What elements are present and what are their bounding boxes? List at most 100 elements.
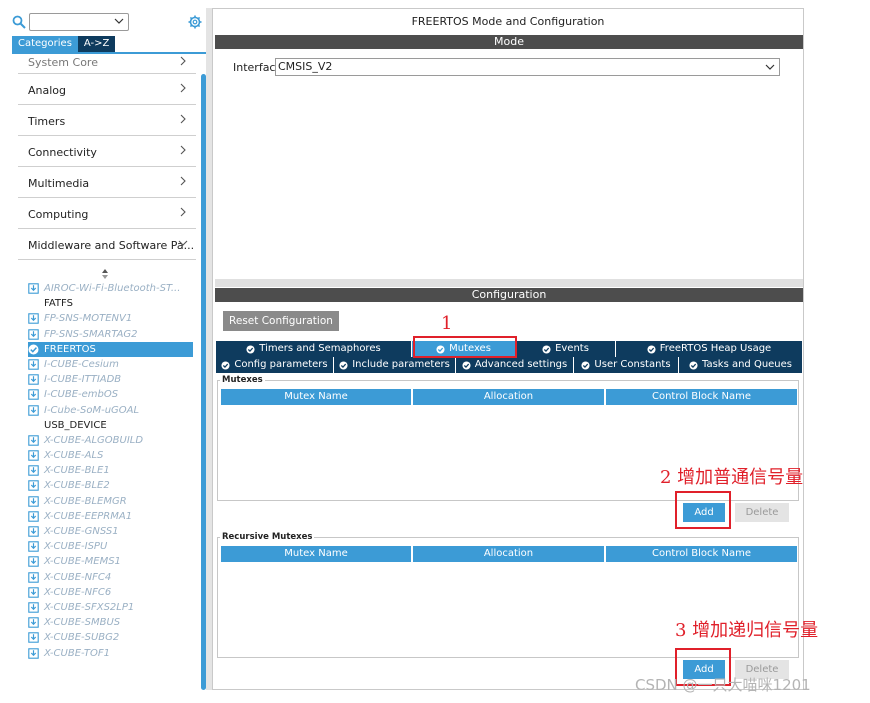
tab-label: Timers and Semaphores [259,343,381,354]
delete-mutex-button[interactable]: Delete [735,503,789,522]
chevron-down-icon [114,18,124,24]
column-header[interactable]: Mutex Name [221,389,413,405]
middleware-list: AIROC-Wi-Fi-Bluetooth-ST... FATFS FP-SNS-M… [28,281,193,661]
middleware-label: USB_DEVICE [44,419,107,431]
download-icon [28,465,39,476]
category-timers[interactable]: Timers [18,105,196,136]
middleware-item[interactable]: X-CUBE-SUBG2 [28,630,193,645]
middleware-item[interactable]: I-Cube-SoM-uGOAL [28,403,193,418]
middleware-label: X-CUBE-BLEMGR [44,495,127,507]
middleware-label: X-CUBE-SUBG2 [44,632,120,644]
category-system-core[interactable]: System Core [18,54,196,74]
splitter[interactable] [215,279,803,287]
gear-icon[interactable] [188,15,202,29]
check-circle-icon [647,344,656,354]
middleware-item[interactable]: X-CUBE-BLE2 [28,478,193,493]
middleware-label: X-CUBE-NFC4 [44,571,112,583]
middleware-item[interactable]: USB_DEVICE [28,418,193,433]
middleware-label: FREERTOS [44,343,96,355]
check-circle-icon [581,360,590,370]
download-icon [28,617,39,628]
download-icon [28,602,39,613]
middleware-label: I-Cube-SoM-uGOAL [44,404,140,416]
tab-timers-and-semaphores[interactable]: Timers and Semaphores [216,341,412,357]
middleware-label: I-CUBE-embOS [44,389,119,401]
column-header[interactable]: Allocation [413,389,606,405]
left-panel: Categories A->Z System Core Analog Timer… [8,8,208,690]
category-label: Multimedia [28,177,90,190]
category-middleware[interactable]: Middleware and Software Pa... [18,229,196,260]
reset-configuration-button[interactable]: Reset Configuration [223,311,339,331]
middleware-label: X-CUBE-BLE2 [44,480,110,492]
tab-advanced-settings[interactable]: Advanced settings [456,357,574,373]
recursive-table-header: Mutex Name Allocation Control Block Name [221,546,797,562]
middleware-label: X-CUBE-BLE1 [44,465,110,477]
group-title: Recursive Mutexes [220,532,315,542]
column-header[interactable]: Allocation [413,546,606,562]
category-label: Connectivity [28,146,97,159]
middleware-label: X-CUBE-NFC6 [44,586,112,598]
annotation-box-mutexes-tab [413,336,517,358]
mutexes-table-header: Mutex Name Allocation Control Block Name [221,389,797,405]
tab-config-parameters[interactable]: Config parameters [216,357,334,373]
middleware-item[interactable]: X-CUBE-ISPU [28,539,193,554]
middleware-item[interactable]: X-CUBE-ALGOBUILD [28,433,193,448]
column-header[interactable]: Control Block Name [606,546,797,562]
middleware-item[interactable]: X-CUBE-TOF1 [28,646,193,661]
middleware-item[interactable]: X-CUBE-SMBUS [28,615,193,630]
middleware-item[interactable]: X-CUBE-BLEMGR [28,494,193,509]
middleware-item[interactable]: AIROC-Wi-Fi-Bluetooth-ST... [28,281,193,296]
middleware-item[interactable]: FP-SNS-SMARTAG2 [28,327,193,342]
category-label: System Core [28,56,98,69]
middleware-item[interactable]: I-CUBE-Cesium [28,357,193,372]
middleware-item[interactable]: X-CUBE-BLE1 [28,463,193,478]
search-row [8,12,208,32]
category-label: Timers [28,115,66,128]
tab-a-z[interactable]: A->Z [77,36,116,52]
category-computing[interactable]: Computing [18,198,196,229]
tab-tasks-and-queues[interactable]: Tasks and Queues [679,357,802,373]
category-multimedia[interactable]: Multimedia [18,167,196,198]
column-header[interactable]: Control Block Name [606,389,797,405]
tab-label: Advanced settings [474,359,568,370]
middleware-item[interactable]: X-CUBE-ALS [28,448,193,463]
column-header[interactable]: Mutex Name [221,546,413,562]
tab-events[interactable]: Events [516,341,616,357]
annotation-box-add [675,491,731,529]
download-icon [28,495,39,507]
tab-freertos-heap-usage[interactable]: FreeRTOS Heap Usage [616,341,802,357]
category-analog[interactable]: Analog [18,74,196,105]
middleware-item[interactable]: FATFS [28,296,193,311]
middleware-item[interactable]: X-CUBE-GNSS1 [28,524,193,539]
middleware-item[interactable]: I-CUBE-embOS [28,387,193,402]
middleware-item[interactable]: I-CUBE-ITTIADB [28,372,193,387]
annotation-1: 1 [441,313,453,334]
middleware-item[interactable]: X-CUBE-EEPRMA1 [28,509,193,524]
middleware-item[interactable]: X-CUBE-NFC4 [28,570,193,585]
search-dropdown[interactable] [29,13,129,31]
middleware-item[interactable]: X-CUBE-SFXS2LP1 [28,600,193,615]
chevron-right-icon [180,56,186,66]
chevron-down-icon [178,240,188,246]
middleware-label: FP-SNS-MOTENV1 [44,313,133,325]
middleware-item[interactable]: X-CUBE-MEMS1 [28,554,193,569]
tab-include-parameters[interactable]: Include parameters [334,357,456,373]
middleware-label: X-CUBE-TOF1 [44,647,110,659]
search-icon[interactable] [12,15,26,29]
middleware-label: X-CUBE-ISPU [44,541,108,553]
category-connectivity[interactable]: Connectivity [18,136,196,167]
chevron-right-icon [180,145,186,155]
tab-categories[interactable]: Categories [12,36,78,52]
chevron-right-icon [180,176,186,186]
middleware-item[interactable]: FREERTOS [28,341,193,357]
category-label: Analog [28,84,67,97]
middleware-label: FP-SNS-SMARTAG2 [44,328,138,340]
middleware-item[interactable]: FP-SNS-MOTENV1 [28,311,193,326]
middleware-label: X-CUBE-GNSS1 [44,526,119,537]
sort-icon[interactable] [100,268,110,280]
tab-user-constants[interactable]: User Constants [574,357,679,373]
middleware-label: X-CUBE-ALGOBUILD [44,434,144,446]
interface-select[interactable]: CMSIS_V2 [275,58,780,76]
check-circle-icon [689,360,698,370]
middleware-item[interactable]: X-CUBE-NFC6 [28,585,193,600]
